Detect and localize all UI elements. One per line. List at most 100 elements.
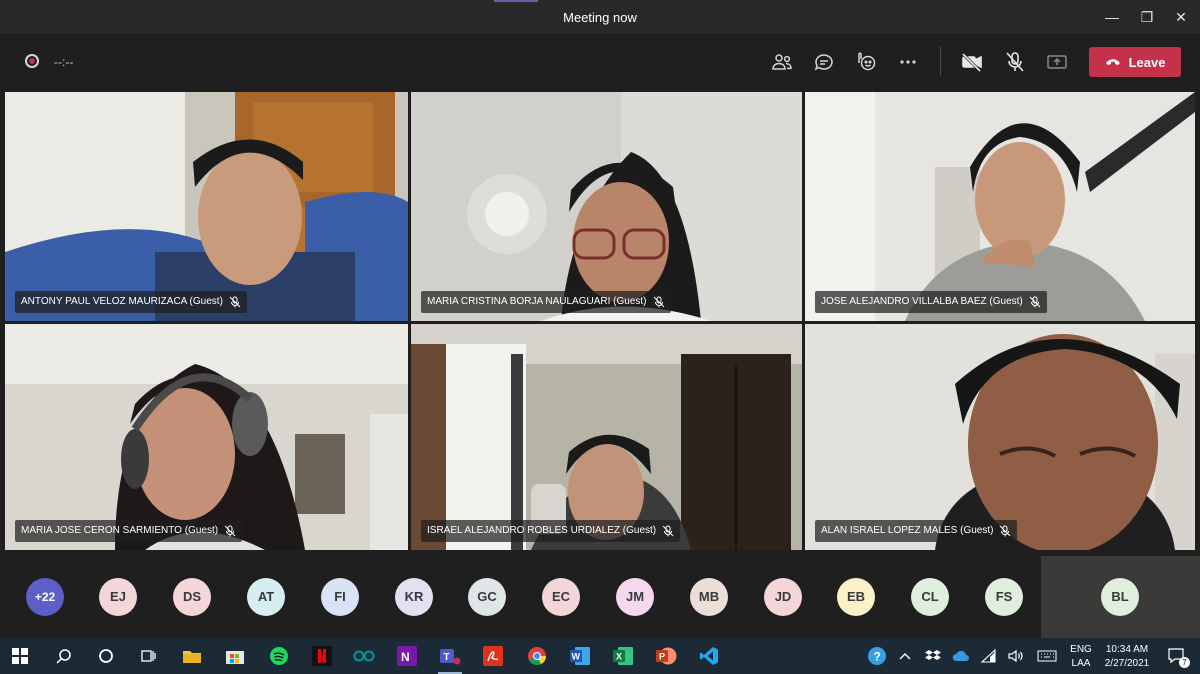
dropbox-icon[interactable] [921,644,945,668]
notification-count: 7 [1179,657,1190,668]
help-icon[interactable]: ? [865,644,889,668]
participant-name: ALAN ISRAEL LOPEZ MALES (Guest) [821,525,994,536]
file-explorer-icon[interactable] [180,644,204,668]
participant-name-tag: MARIA CRISTINA BORJA NAULAGUARI (Guest) [421,291,671,313]
onenote-icon[interactable]: N [395,644,419,668]
participant-avatar[interactable]: EC [542,578,580,616]
cortana-icon[interactable] [94,644,118,668]
participant-name: MARIA JOSE CERON SARMIENTO (Guest) [21,525,219,536]
participant-avatar[interactable]: BL [1101,578,1139,616]
clock-date[interactable]: 2/27/2021 [1098,658,1156,669]
video-tile[interactable]: MARIA CRISTINA BORJA NAULAGUARI (Guest) [411,92,802,321]
participant-name-tag: ISRAEL ALEJANDRO ROBLES URDIALEZ (Guest) [421,520,681,542]
hang-up-icon [1105,59,1120,65]
chrome-icon[interactable] [525,644,549,668]
close-button[interactable]: ✕ [1172,8,1190,26]
toolbar-divider [940,46,941,76]
chat-icon[interactable] [812,50,836,74]
video-tile[interactable]: ISRAEL ALEJANDRO ROBLES URDIALEZ (Guest) [411,324,802,550]
clock-time[interactable]: 10:34 AM [1098,644,1156,655]
input-language-primary[interactable]: ENG [1068,644,1094,655]
participant-avatar[interactable]: FS [985,578,1023,616]
meeting-toolbar: --:-- Leave [0,34,1200,90]
participant-avatar[interactable]: KR [395,578,433,616]
input-language-secondary[interactable]: LAA [1068,658,1094,669]
share-tray-icon[interactable] [1045,50,1069,74]
more-participants-button[interactable]: +22 [26,578,64,616]
muted-mic-icon [224,525,236,537]
participant-name-tag: ANTONY PAUL VELOZ MAURIZACA (Guest) [15,291,247,313]
keyboard-icon[interactable] [1035,644,1059,668]
participant-avatar[interactable]: FI [321,578,359,616]
participant-row: +22 EJ DS AT FI KR GC EC JM MB JD EB CL FS BL [0,554,1200,638]
participant-video [5,92,408,321]
minimize-button[interactable]: — [1103,8,1121,26]
muted-mic-icon [662,525,674,537]
recording-indicator-icon [25,54,39,68]
participant-video [411,92,802,321]
chevron-up-icon[interactable] [893,644,917,668]
participant-avatar[interactable]: GC [468,578,506,616]
wifi-icon[interactable] [977,644,1001,668]
leave-button[interactable]: Leave [1089,47,1181,77]
teams-icon[interactable]: T [438,644,462,674]
participant-name-tag: MARIA JOSE CERON SARMIENTO (Guest) [15,520,243,542]
participant-video [805,324,1195,550]
participant-avatar[interactable]: EJ [99,578,137,616]
svg-text:?: ? [874,650,881,664]
video-tile[interactable]: ALAN ISRAEL LOPEZ MALES (Guest) [805,324,1195,550]
muted-mic-icon [1000,525,1011,537]
participant-video [411,324,802,550]
title-accent [494,0,538,2]
arduino-icon[interactable] [352,644,376,668]
participant-name-tag: ALAN ISRAEL LOPEZ MALES (Guest) [815,520,1018,542]
participant-avatar[interactable]: MB [690,578,728,616]
spotify-icon[interactable] [267,644,291,668]
muted-mic-icon [229,296,241,308]
word-icon[interactable]: W [568,644,592,668]
store-icon[interactable] [223,644,247,668]
video-tile[interactable]: ANTONY PAUL VELOZ MAURIZACA (Guest) [5,92,408,321]
participant-avatar[interactable]: DS [173,578,211,616]
participant-avatar[interactable]: JM [616,578,654,616]
participant-name-tag: JOSE ALEJANDRO VILLALBA BAEZ (Guest) [815,291,1047,313]
video-tile[interactable]: JOSE ALEJANDRO VILLALBA BAEZ (Guest) [805,92,1195,321]
participant-name: ISRAEL ALEJANDRO ROBLES URDIALEZ (Guest) [427,525,657,536]
windows-start-icon[interactable] [8,644,32,668]
participant-name: ANTONY PAUL VELOZ MAURIZACA (Guest) [21,296,223,307]
leave-label: Leave [1128,54,1166,70]
window-title: Meeting now [563,10,637,25]
excel-icon[interactable]: X [611,644,635,668]
participant-avatar[interactable]: AT [247,578,285,616]
mic-off-icon[interactable] [1003,50,1027,74]
muted-mic-icon [653,296,664,308]
svg-text:T: T [444,652,450,663]
windows-taskbar: N T W X P ? ENG LAA 10:34 AM 2/27/2021 7 [0,638,1200,674]
participant-avatar[interactable]: CL [911,578,949,616]
video-tile[interactable]: MARIA JOSE CERON SARMIENTO (Guest) [5,324,408,550]
participant-avatar[interactable]: EB [837,578,875,616]
netflix-icon[interactable] [310,644,334,668]
title-bar: Meeting now — ❐ ✕ [0,0,1200,34]
svg-text:W: W [572,652,581,662]
participant-name: JOSE ALEJANDRO VILLALBA BAEZ (Guest) [821,296,1023,307]
participant-video [5,324,408,550]
task-view-icon[interactable] [136,644,160,668]
more-options-icon[interactable] [896,50,920,74]
onedrive-icon[interactable] [949,644,973,668]
volume-icon[interactable] [1004,644,1028,668]
acrobat-icon[interactable] [481,644,505,668]
people-icon[interactable] [770,50,794,74]
camera-off-icon[interactable] [960,50,984,74]
search-icon[interactable] [52,644,76,668]
muted-mic-icon [1029,296,1041,308]
video-grid: ANTONY PAUL VELOZ MAURIZACA (Guest) MARI… [0,90,1200,554]
participant-avatar[interactable]: JD [764,578,802,616]
meeting-timer: --:-- [54,55,74,69]
reactions-icon[interactable] [854,50,878,74]
svg-text:X: X [616,652,622,662]
notifications-icon[interactable]: 7 [1164,644,1190,668]
vscode-icon[interactable] [697,644,721,668]
restore-button[interactable]: ❐ [1138,8,1156,26]
powerpoint-icon[interactable]: P [654,644,678,668]
